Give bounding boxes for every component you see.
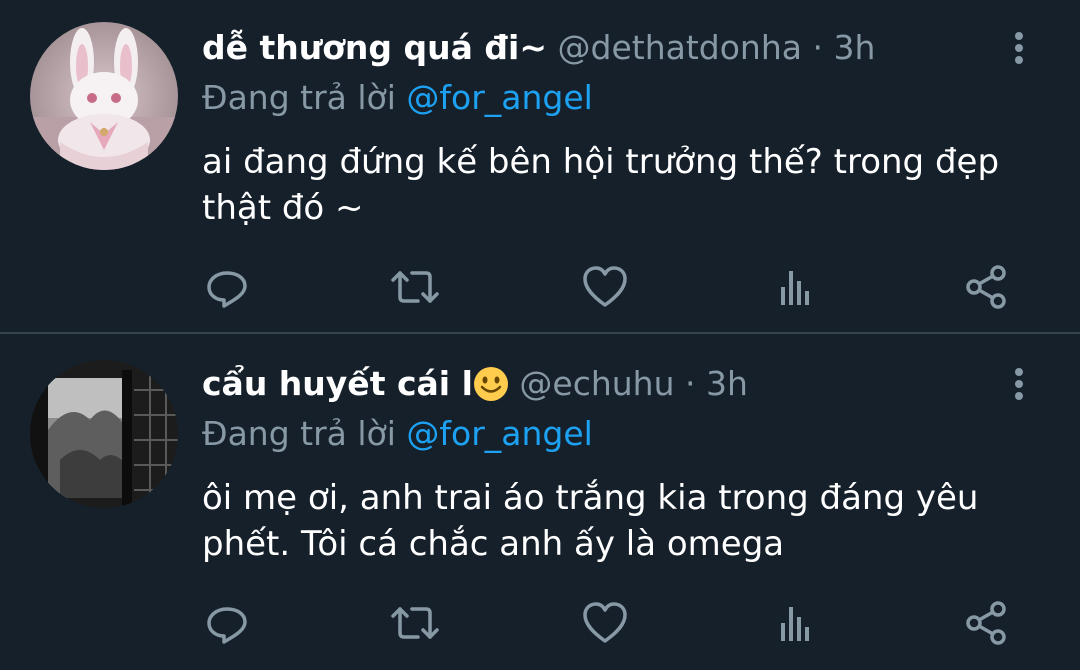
analytics-icon [781, 607, 809, 641]
share-icon [966, 265, 1006, 309]
smiling-face-emoji-icon [473, 366, 509, 402]
avatar[interactable] [30, 360, 178, 508]
like-icon [583, 266, 627, 307]
reply-context: Đang trả lời @for_angel [202, 414, 593, 454]
reply-button[interactable] [202, 262, 252, 312]
display-name[interactable]: dễ thương quá đi~ [202, 28, 547, 67]
retweet-icon [391, 271, 439, 303]
analytics-button[interactable] [770, 598, 820, 648]
retweet-button[interactable] [390, 598, 440, 648]
retweet-button[interactable] [390, 262, 440, 312]
timestamp[interactable]: 3h [833, 28, 875, 67]
share-icon [966, 601, 1006, 645]
reply-mention-link[interactable]: @for_angel [406, 414, 592, 453]
tweet-text: ôi mẹ ơi, anh trai áo trắng kia trong đá… [202, 478, 979, 564]
analytics-icon [781, 271, 809, 305]
more-vertical-icon [1015, 32, 1023, 64]
handle[interactable]: @dethatdonha [558, 28, 802, 67]
more-vertical-icon [1015, 368, 1023, 400]
reply-icon [207, 271, 247, 308]
like-icon [583, 602, 627, 643]
analytics-button[interactable] [770, 262, 820, 312]
tweet-header: dễ thương quá đi~ @dethatdonha · 3h [202, 28, 875, 68]
handle[interactable]: @echuhu [519, 364, 674, 403]
timestamp[interactable]: 3h [706, 364, 748, 403]
like-button[interactable] [580, 262, 630, 312]
tweet-divider [0, 332, 1080, 334]
reply-context: Đang trả lời @for_angel [202, 78, 593, 118]
share-button[interactable] [962, 598, 1012, 648]
display-name[interactable]: cẩu huyết cái l [202, 364, 473, 403]
avatar[interactable] [30, 22, 178, 170]
share-button[interactable] [962, 262, 1012, 312]
retweet-icon [391, 607, 439, 639]
reply-prefix: Đang trả lời [202, 414, 396, 453]
more-options-button[interactable] [1005, 28, 1033, 68]
like-button[interactable] [580, 598, 630, 648]
separator: · [685, 364, 696, 403]
reply-mention-link[interactable]: @for_angel [406, 78, 592, 117]
tweet-text: ai đang đứng kế bên hội trưởng thế? tron… [202, 142, 1000, 228]
more-options-button[interactable] [1005, 364, 1033, 404]
separator: · [812, 28, 823, 67]
tweet-actions [0, 262, 1080, 312]
tweet-actions [0, 598, 1080, 648]
reply-button[interactable] [202, 598, 252, 648]
reply-icon [207, 607, 247, 644]
tweet-header: cẩu huyết cái l @echuhu · 3h [202, 364, 748, 404]
reply-prefix: Đang trả lời [202, 78, 396, 117]
tweet[interactable]: dễ thương quá đi~ @dethatdonha · 3h Đang… [0, 0, 1080, 333]
